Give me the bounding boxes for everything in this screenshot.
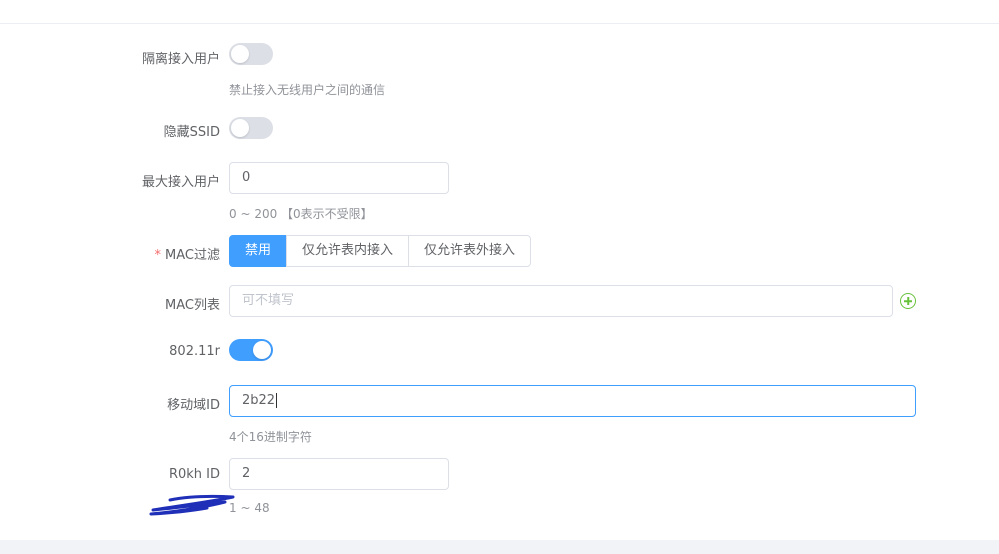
switch-knob (231, 45, 249, 63)
r0kh-id-label: R0kh ID (168, 467, 220, 482)
mac-list-placeholder: 可不填写 (242, 293, 295, 308)
mac-list-label: MAC列表 (165, 298, 220, 313)
mac-filter-label-wrap: * MAC过滤 (155, 244, 220, 263)
mobility-domain-hint: 4个16进制字符 (229, 430, 312, 444)
top-divider (0, 23, 999, 24)
mac-filter-option-allow-listed[interactable]: 仅允许表内接入 (286, 235, 410, 267)
mobility-domain-value: 2b22 (242, 393, 276, 408)
r0kh-id-value: 2 (242, 466, 251, 481)
mac-filter-label: MAC过滤 (165, 248, 220, 263)
mobility-domain-label: 移动域ID (167, 398, 220, 413)
dot11r-switch[interactable] (229, 339, 273, 361)
max-users-value: 0 (242, 170, 251, 185)
redaction-scribble (149, 494, 235, 516)
mac-filter-option-allow-unlisted[interactable]: 仅允许表外接入 (408, 235, 532, 267)
mac-filter-segmented: 禁用 仅允许表内接入 仅允许表外接入 (229, 235, 532, 267)
mobility-domain-input[interactable]: 2b22 (229, 385, 916, 417)
max-users-input[interactable]: 0 (229, 162, 449, 194)
required-mark: * (154, 248, 162, 263)
r0kh-id-input[interactable]: 2 (229, 458, 449, 490)
max-users-label: 最大接入用户 (141, 175, 220, 190)
text-caret (276, 393, 278, 408)
mac-filter-option-disabled[interactable]: 禁用 (229, 235, 288, 267)
isolate-users-switch[interactable] (229, 43, 273, 65)
isolate-users-label: 隔离接入用户 (141, 52, 220, 67)
plus-circle-icon[interactable] (900, 293, 916, 309)
dot11r-label: 802.11r (169, 344, 220, 359)
hide-ssid-switch[interactable] (229, 117, 273, 139)
isolate-users-hint: 禁止接入无线用户之间的通信 (229, 83, 386, 97)
mac-list-input[interactable]: 可不填写 (229, 285, 893, 317)
max-users-hint: 0 ~ 200 【0表示不受限】 (229, 207, 373, 221)
switch-knob (231, 119, 249, 137)
bottom-bar (0, 540, 999, 554)
hide-ssid-label: 隐藏SSID (163, 125, 220, 140)
switch-knob (253, 341, 271, 359)
